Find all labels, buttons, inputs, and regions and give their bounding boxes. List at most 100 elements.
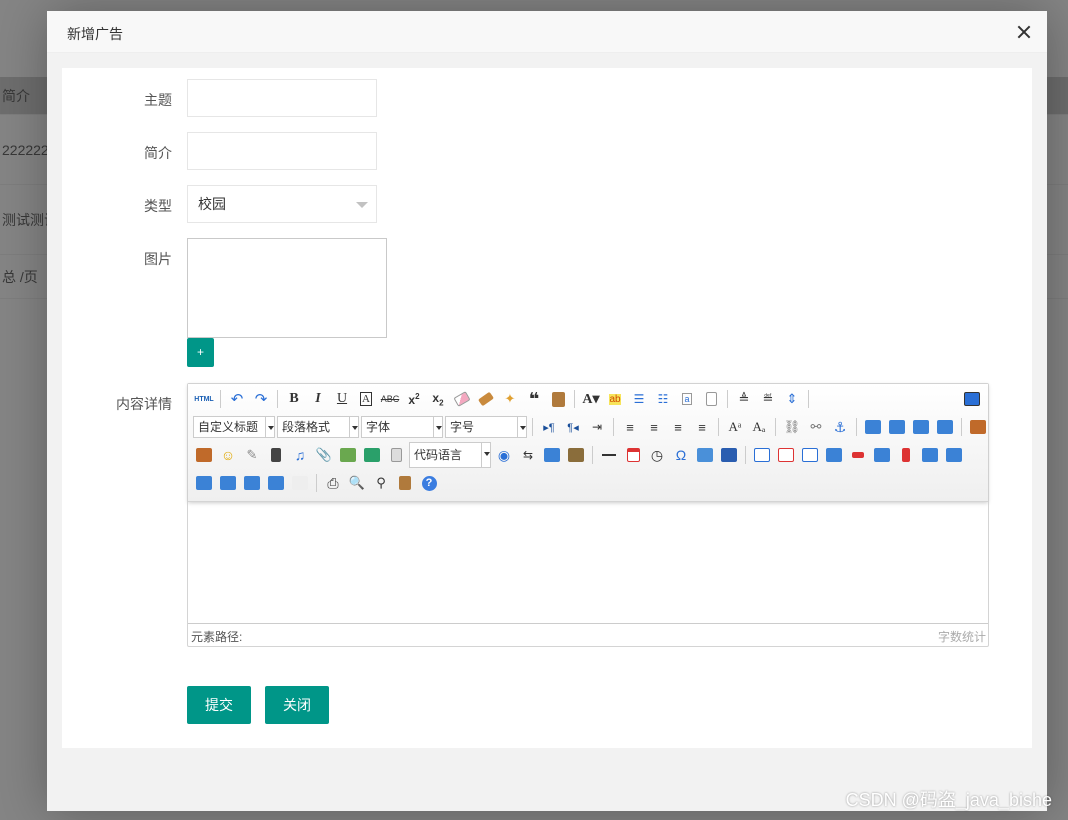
auto-format-icon[interactable]: ✦ <box>499 389 521 409</box>
iframe-icon[interactable] <box>385 445 407 465</box>
align-center-icon[interactable]: ≡ <box>643 417 665 437</box>
emoticon-icon[interactable]: ☺ <box>217 445 239 465</box>
insert-row-icon[interactable] <box>823 445 845 465</box>
undo-icon[interactable]: ↶ <box>226 389 248 409</box>
close-icon[interactable] <box>1015 23 1033 41</box>
font-border-icon[interactable]: A <box>355 389 377 409</box>
align-justify-icon[interactable]: ≡ <box>691 417 713 437</box>
split-cols-icon[interactable] <box>265 473 287 493</box>
align-left-icon[interactable]: ≡ <box>619 417 641 437</box>
anchor-icon[interactable]: ⚓ <box>829 417 851 437</box>
paragraph-format-select[interactable]: 段落格式 <box>277 416 359 438</box>
video-icon[interactable] <box>265 445 287 465</box>
merge-right-icon[interactable] <box>943 445 965 465</box>
rtl-direction-icon[interactable]: ¶◂ <box>562 417 584 437</box>
google-map-icon[interactable] <box>361 445 383 465</box>
chart-icon[interactable] <box>289 473 311 493</box>
strikethrough-icon[interactable]: ABC <box>379 389 401 409</box>
ordered-list-icon[interactable]: ☰ <box>628 389 650 409</box>
indent-icon[interactable]: ⇥ <box>586 417 608 437</box>
rich-text-editor: HTML ↶ ↷ B I U A ABC x2 x2 ✦ ❝ A▾ ab ☰ ☷… <box>187 383 989 647</box>
delete-col-icon[interactable] <box>895 445 917 465</box>
special-char-icon[interactable]: Ω <box>670 445 692 465</box>
row-spacing-top-icon[interactable]: ≜ <box>733 389 755 409</box>
link-icon[interactable]: ⛓ <box>781 417 803 437</box>
horizontal-rule-icon[interactable] <box>598 445 620 465</box>
bold-icon[interactable]: B <box>283 389 305 409</box>
date-icon[interactable] <box>622 445 644 465</box>
upload-button[interactable]: + <box>187 338 214 367</box>
unlink-icon[interactable]: ⚯ <box>805 417 827 437</box>
insert-col-icon[interactable] <box>871 445 893 465</box>
print-icon[interactable]: ⎙ <box>322 473 344 493</box>
image-right-icon[interactable] <box>910 417 932 437</box>
clear-doc-icon[interactable] <box>700 389 722 409</box>
html-source-icon[interactable]: HTML <box>193 389 215 409</box>
element-path: 元素路径: <box>191 630 243 644</box>
type-select[interactable]: 校园 <box>187 185 377 223</box>
font-family-label: 字体 <box>366 420 391 434</box>
toolbar-separator <box>220 390 221 408</box>
help-icon[interactable]: ? <box>418 473 440 493</box>
insert-paragraph-before-table-icon[interactable] <box>799 445 821 465</box>
delete-row-icon[interactable] <box>847 445 869 465</box>
format-brush-icon[interactable] <box>475 389 497 409</box>
intro-input[interactable] <box>187 132 377 170</box>
word-image-icon[interactable] <box>718 445 740 465</box>
page-break-icon[interactable]: ⇆ <box>517 445 539 465</box>
image-center-icon[interactable] <box>934 417 956 437</box>
align-right-icon[interactable]: ≡ <box>667 417 689 437</box>
toolbar-row: ⎙ 🔍 ⚲ ? <box>192 470 441 496</box>
underline-icon[interactable]: U <box>331 389 353 409</box>
merge-cells-icon[interactable] <box>919 445 941 465</box>
paste-text-icon[interactable] <box>547 389 569 409</box>
italic-icon[interactable]: I <box>307 389 329 409</box>
snapscreen-icon[interactable] <box>694 445 716 465</box>
map-icon[interactable] <box>337 445 359 465</box>
image-none-icon[interactable] <box>862 417 884 437</box>
search-replace-icon[interactable]: ⚲ <box>370 473 392 493</box>
attachment-icon[interactable]: 📎 <box>313 445 335 465</box>
uppercase-icon[interactable]: Aᵃ <box>724 417 746 437</box>
music-icon[interactable]: ♫ <box>289 445 311 465</box>
unordered-list-icon[interactable]: ☷ <box>652 389 674 409</box>
toolbar-separator <box>532 418 533 436</box>
background-icon[interactable] <box>565 445 587 465</box>
code-language-select[interactable]: 代码语言 <box>409 442 491 468</box>
scrawl-icon[interactable]: ✎ <box>241 445 263 465</box>
template-icon[interactable] <box>541 445 563 465</box>
delete-table-icon[interactable] <box>775 445 797 465</box>
split-rows-icon[interactable] <box>241 473 263 493</box>
select-all-icon[interactable]: a <box>676 389 698 409</box>
subscript-icon[interactable]: x2 <box>427 389 449 409</box>
custom-heading-select[interactable]: 自定义标题 <box>193 416 275 438</box>
redo-icon[interactable]: ↷ <box>250 389 272 409</box>
webapp-icon[interactable]: ◉ <box>493 445 515 465</box>
insert-table-icon[interactable] <box>751 445 773 465</box>
lowercase-icon[interactable]: Aₐ <box>748 417 770 437</box>
time-icon[interactable]: ◷ <box>646 445 668 465</box>
drafts-icon[interactable] <box>394 473 416 493</box>
highlight-color-icon[interactable]: ab <box>604 389 626 409</box>
line-height-icon[interactable]: ⇕ <box>781 389 803 409</box>
close-button[interactable]: 关闭 <box>265 686 329 724</box>
insert-image-icon[interactable] <box>967 417 989 437</box>
eraser-icon[interactable] <box>451 389 473 409</box>
editor-toolbar: HTML ↶ ↷ B I U A ABC x2 x2 ✦ ❝ A▾ ab ☰ ☷… <box>188 384 988 502</box>
superscript-icon[interactable]: x2 <box>403 389 425 409</box>
font-family-select[interactable]: 字体 <box>361 416 443 438</box>
fullscreen-icon[interactable] <box>961 389 983 409</box>
multi-image-icon[interactable] <box>193 445 215 465</box>
blockquote-icon[interactable]: ❝ <box>523 389 545 409</box>
image-left-icon[interactable] <box>886 417 908 437</box>
merge-down-icon[interactable] <box>193 473 215 493</box>
row-spacing-bottom-icon[interactable]: ≝ <box>757 389 779 409</box>
font-color-icon[interactable]: A▾ <box>580 389 602 409</box>
ltr-direction-icon[interactable]: ▸¶ <box>538 417 560 437</box>
subject-input[interactable] <box>187 79 377 117</box>
submit-button[interactable]: 提交 <box>187 686 251 724</box>
preview-icon[interactable]: 🔍 <box>346 473 368 493</box>
editor-content-area[interactable] <box>188 502 988 623</box>
font-size-select[interactable]: 字号 <box>445 416 527 438</box>
split-cells-icon[interactable] <box>217 473 239 493</box>
